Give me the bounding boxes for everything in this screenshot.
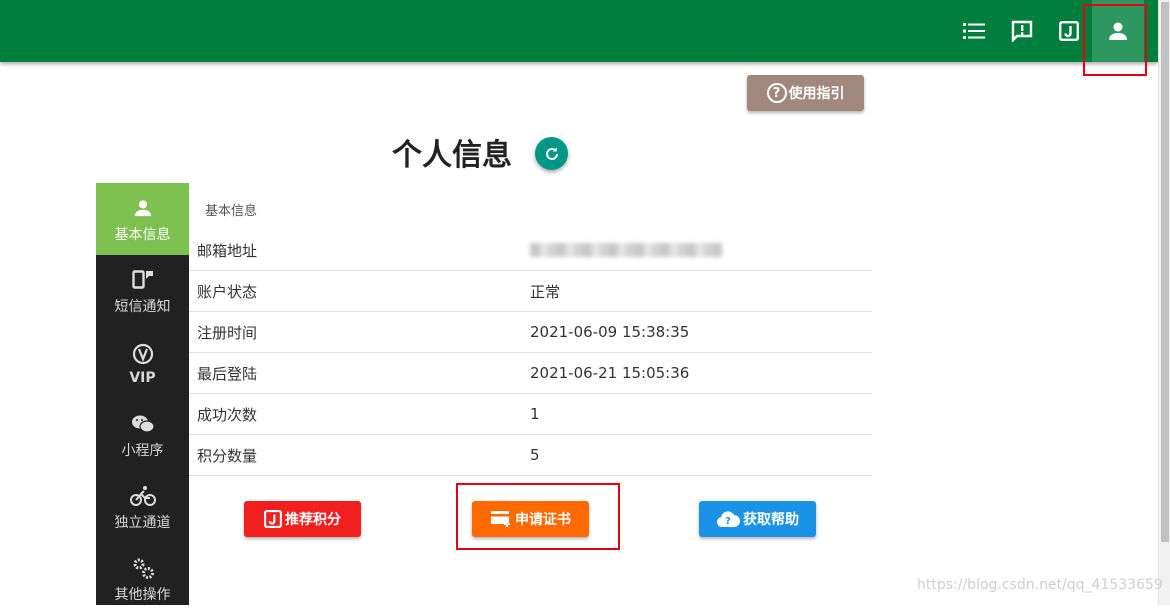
help-circle-icon: ? — [766, 83, 787, 103]
get-help-label: 获取帮助 — [743, 512, 799, 528]
row-value: 2021-06-09 15:38:35 — [530, 323, 690, 341]
person-icon — [134, 195, 152, 221]
j-icon — [264, 510, 282, 528]
row-key: 注册时间 — [197, 323, 258, 342]
scrollbar[interactable] — [1158, 0, 1170, 605]
sidebar-item-other[interactable]: 其他操作 — [96, 543, 189, 615]
table-row: 积分数量 5 — [189, 435, 872, 476]
sidebar-item-label: 基本信息 — [114, 226, 171, 243]
section-label: 基本信息 — [205, 204, 258, 219]
top-app-bar — [0, 0, 1158, 62]
row-value: 1 — [530, 405, 540, 423]
scrollbar-thumb[interactable] — [1161, 2, 1169, 542]
table-row: 最后登陆 2021-06-21 15:05:36 — [189, 353, 872, 394]
list-icon[interactable] — [956, 13, 992, 49]
guide-button[interactable]: ? 使用指引 — [747, 75, 864, 111]
gears-icon — [131, 555, 155, 581]
highlight-box-profile — [1083, 4, 1147, 76]
highlight-box-certificate — [456, 483, 620, 550]
page-title: 个人信息 — [392, 138, 512, 173]
sidebar-item-vip[interactable]: VIP — [96, 327, 189, 399]
sms-icon — [131, 267, 154, 293]
watermark: https://blog.csdn.net/qq_41533659 — [917, 577, 1163, 593]
row-value: 正常 — [530, 282, 561, 301]
sidebar-item-label: 其他操作 — [114, 586, 171, 603]
sidebar-item-label: VIP — [129, 369, 156, 386]
redacted-email — [530, 243, 722, 257]
refresh-button[interactable] — [535, 137, 568, 170]
recommend-points-button[interactable]: 推荐积分 — [244, 501, 361, 537]
table-row: 注册时间 2021-06-09 15:38:35 — [189, 312, 872, 353]
feedback-icon[interactable] — [1004, 13, 1040, 49]
row-key: 账户状态 — [197, 282, 258, 301]
refresh-icon — [545, 147, 558, 160]
sidebar-item-basic-info[interactable]: 基本信息 — [96, 183, 189, 255]
info-table: 邮箱地址 账户状态 正常 注册时间 2021-06-09 15:38:35 最后… — [189, 230, 872, 476]
table-row: 成功次数 1 — [189, 394, 872, 435]
sidebar-item-channel[interactable]: 独立通道 — [96, 471, 189, 543]
cloud-help-icon: ? — [716, 510, 740, 528]
svg-text:?: ? — [725, 516, 731, 527]
table-row: 邮箱地址 — [189, 230, 872, 271]
j-icon[interactable] — [1051, 13, 1087, 49]
row-key: 邮箱地址 — [197, 241, 258, 260]
vip-icon — [132, 341, 154, 367]
row-key: 积分数量 — [197, 446, 258, 465]
row-key: 最后登陆 — [197, 364, 258, 383]
bike-icon — [129, 483, 156, 509]
sidebar-item-label: 短信通知 — [114, 298, 171, 315]
row-value-email — [522, 239, 872, 261]
side-nav: 基本信息 短信通知 VIP 小程序 独立通道 其他操作 — [96, 183, 189, 605]
sidebar-item-label: 独立通道 — [114, 514, 171, 531]
row-key: 成功次数 — [197, 405, 258, 424]
row-value: 5 — [530, 446, 540, 464]
sidebar-item-label: 小程序 — [121, 442, 164, 459]
get-help-button[interactable]: ? 获取帮助 — [699, 501, 816, 537]
table-row: 账户状态 正常 — [189, 271, 872, 312]
sidebar-item-sms[interactable]: 短信通知 — [96, 255, 189, 327]
sidebar-item-miniprogram[interactable]: 小程序 — [96, 399, 189, 471]
row-value: 2021-06-21 15:05:36 — [530, 364, 690, 382]
recommend-points-label: 推荐积分 — [285, 512, 341, 528]
wechat-icon — [131, 411, 155, 437]
guide-button-label: 使用指引 — [788, 86, 845, 102]
